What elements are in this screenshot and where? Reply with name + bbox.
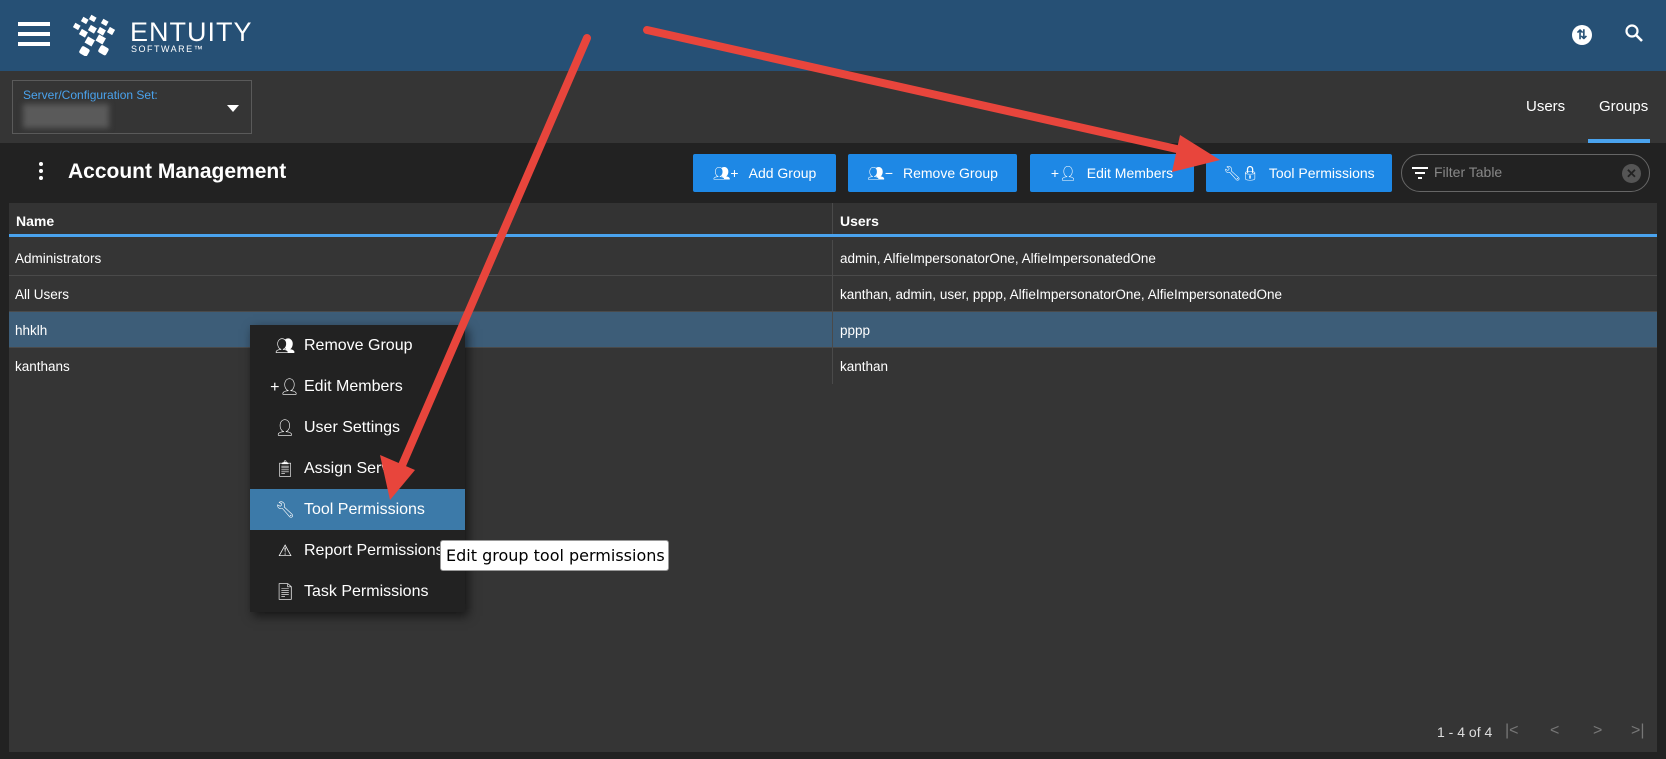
menu-item-edit-members[interactable]: +👤︎ Edit Members <box>250 366 465 407</box>
column-header-users[interactable]: Users <box>840 213 879 229</box>
group-name: hhklh <box>15 323 48 338</box>
tab-groups[interactable]: Groups <box>1599 98 1648 115</box>
add-person-icon: +👤︎ <box>270 378 300 396</box>
group-users: pppp <box>840 323 871 338</box>
next-page-icon[interactable]: > <box>1593 722 1602 740</box>
column-divider <box>832 203 833 234</box>
menu-item-task-permissions[interactable]: 📄︎ Task Permissions <box>250 571 465 612</box>
server-select-value-redacted <box>23 104 109 128</box>
add-group-label: Add Group <box>748 165 817 181</box>
tool-lock-icon: 🔧︎ <box>274 501 296 519</box>
pagination-range: 1 - 4 of 4 <box>1437 724 1493 740</box>
brand-subtitle: SOFTWARE™ <box>131 44 205 54</box>
first-page-icon[interactable]: |< <box>1505 722 1519 740</box>
menu-item-label: Report Permissions <box>304 541 444 559</box>
group-users: admin, AlfieImpersonatorOne, AlfieImpers… <box>840 251 1156 266</box>
tool-permissions-button[interactable]: 🔧︎🔒︎ Tool Permissions <box>1206 154 1392 192</box>
entuity-logo-icon <box>72 14 116 56</box>
sync-icon[interactable]: ⇅ <box>1572 25 1592 45</box>
column-divider <box>832 312 833 347</box>
menu-item-tool-permissions[interactable]: 🔧︎ Tool Permissions <box>250 489 465 530</box>
tool-permissions-label: Tool Permissions <box>1268 165 1375 181</box>
menu-item-report-permissions[interactable]: ⚠︎ Report Permissions <box>250 530 465 571</box>
menu-item-label: Task Permissions <box>304 582 429 600</box>
menu-item-label: Assign Server <box>304 459 404 477</box>
add-group-button[interactable]: 👥︎+ Add Group <box>693 154 836 192</box>
more-options-icon[interactable] <box>38 162 44 182</box>
tool-lock-icon: 🔧︎🔒︎ <box>1223 164 1259 181</box>
clipboard-icon: 📋︎ <box>274 460 296 478</box>
filter-input[interactable] <box>1434 164 1614 180</box>
menu-item-label: Edit Members <box>304 377 403 395</box>
clear-filter-icon[interactable]: ✕ <box>1622 164 1641 183</box>
remove-group-button[interactable]: 👥︎− Remove Group <box>848 154 1017 192</box>
column-divider <box>832 348 833 384</box>
report-lock-icon: ⚠︎ <box>277 542 293 560</box>
add-person-icon: +👤︎ <box>1050 164 1077 181</box>
menu-item-label: Remove Group <box>304 336 413 354</box>
user-gear-icon: 👤︎ <box>274 419 296 437</box>
server-configuration-select[interactable]: Server/Configuration Set: <box>12 80 252 134</box>
context-menu: 👥︎ Remove Group +👤︎ Edit Members 👤︎ User Se… <box>250 325 465 612</box>
column-divider <box>832 276 833 311</box>
table-row[interactable]: Administrators admin, AlfieImpersonatorOn… <box>9 240 1657 276</box>
menu-item-remove-group[interactable]: 👥︎ Remove Group <box>250 325 465 366</box>
group-name: kanthans <box>15 359 70 374</box>
column-divider <box>832 240 833 275</box>
group-name: All Users <box>15 287 70 302</box>
menu-icon[interactable] <box>18 22 50 46</box>
table-row[interactable]: All Users kanthan, admin, user, pppp, Alf… <box>9 276 1657 312</box>
search-icon[interactable] <box>1624 23 1644 43</box>
remove-group-icon: 👥︎− <box>867 164 893 181</box>
filter-table-field[interactable]: ✕ <box>1401 154 1650 192</box>
edit-members-label: Edit Members <box>1086 165 1174 181</box>
group-users: kanthan, admin, user, pppp, AlfieImperso… <box>840 287 1283 302</box>
previous-page-icon[interactable]: < <box>1550 722 1559 740</box>
tab-users[interactable]: Users <box>1526 98 1565 115</box>
menu-item-user-settings[interactable]: 👤︎ User Settings <box>250 407 465 448</box>
last-page-icon[interactable]: >| <box>1631 722 1645 740</box>
menu-item-assign-server[interactable]: 📋︎ Assign Server <box>250 448 465 489</box>
top-bar: ENTUITY SOFTWARE™ ⇅ <box>0 0 1666 71</box>
remove-group-label: Remove Group <box>903 165 998 181</box>
server-select-label: Server/Configuration Set: <box>23 88 158 102</box>
column-header-name[interactable]: Name <box>16 213 54 229</box>
table-header: Name Users <box>9 203 1657 237</box>
remove-group-icon: 👥︎ <box>274 337 296 355</box>
group-users: kanthan <box>840 359 889 374</box>
chevron-down-icon <box>227 105 239 112</box>
menu-item-label: Tool Permissions <box>304 500 425 518</box>
filter-icon <box>1412 167 1428 179</box>
tooltip: Edit group tool permissions <box>440 540 669 571</box>
edit-members-button[interactable]: +👤︎ Edit Members <box>1030 154 1194 192</box>
task-lock-icon: 📄︎ <box>274 583 296 601</box>
menu-item-label: User Settings <box>304 418 401 436</box>
add-group-icon: 👥︎+ <box>712 164 739 181</box>
page-title: Account Management <box>68 160 287 183</box>
group-name: Administrators <box>15 251 102 266</box>
